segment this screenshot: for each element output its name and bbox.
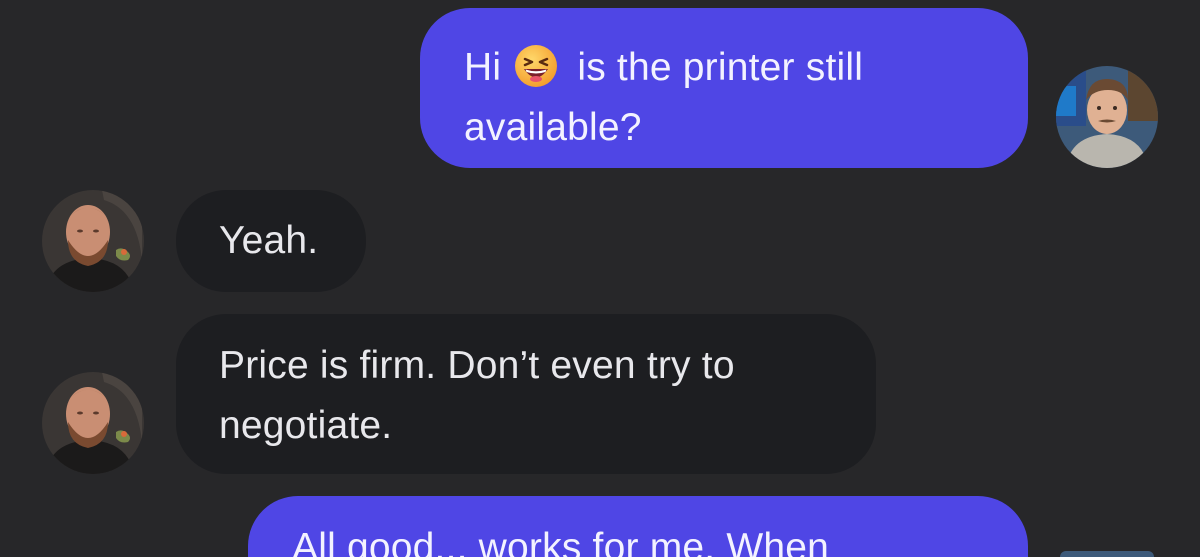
my-avatar[interactable] — [1056, 66, 1158, 168]
message-text: Hi — [464, 46, 502, 89]
message-line: Hi is the printer still — [464, 38, 1028, 98]
my-avatar-partial — [1060, 551, 1154, 557]
incoming-message-bubble[interactable]: Yeah. — [176, 190, 366, 292]
message-line: available? — [464, 106, 642, 149]
incoming-message-bubble[interactable]: Price is firm. Don’t even try to negotia… — [176, 314, 876, 474]
message-line: Yeah. — [219, 219, 319, 262]
message-line: All good... works for me. When — [292, 526, 830, 557]
outgoing-message-bubble[interactable]: All good... works for me. When — [248, 496, 1028, 557]
message-line: Price is firm. Don’t even try to — [219, 344, 735, 387]
grinning-squinting-face-icon — [514, 44, 558, 88]
message-line: negotiate. — [219, 404, 393, 447]
seller-avatar[interactable] — [42, 190, 144, 292]
message-text: is the printer still — [577, 46, 864, 89]
outgoing-message-bubble[interactable]: Hi is the printer still available? — [420, 8, 1028, 168]
seller-avatar[interactable] — [42, 372, 144, 474]
